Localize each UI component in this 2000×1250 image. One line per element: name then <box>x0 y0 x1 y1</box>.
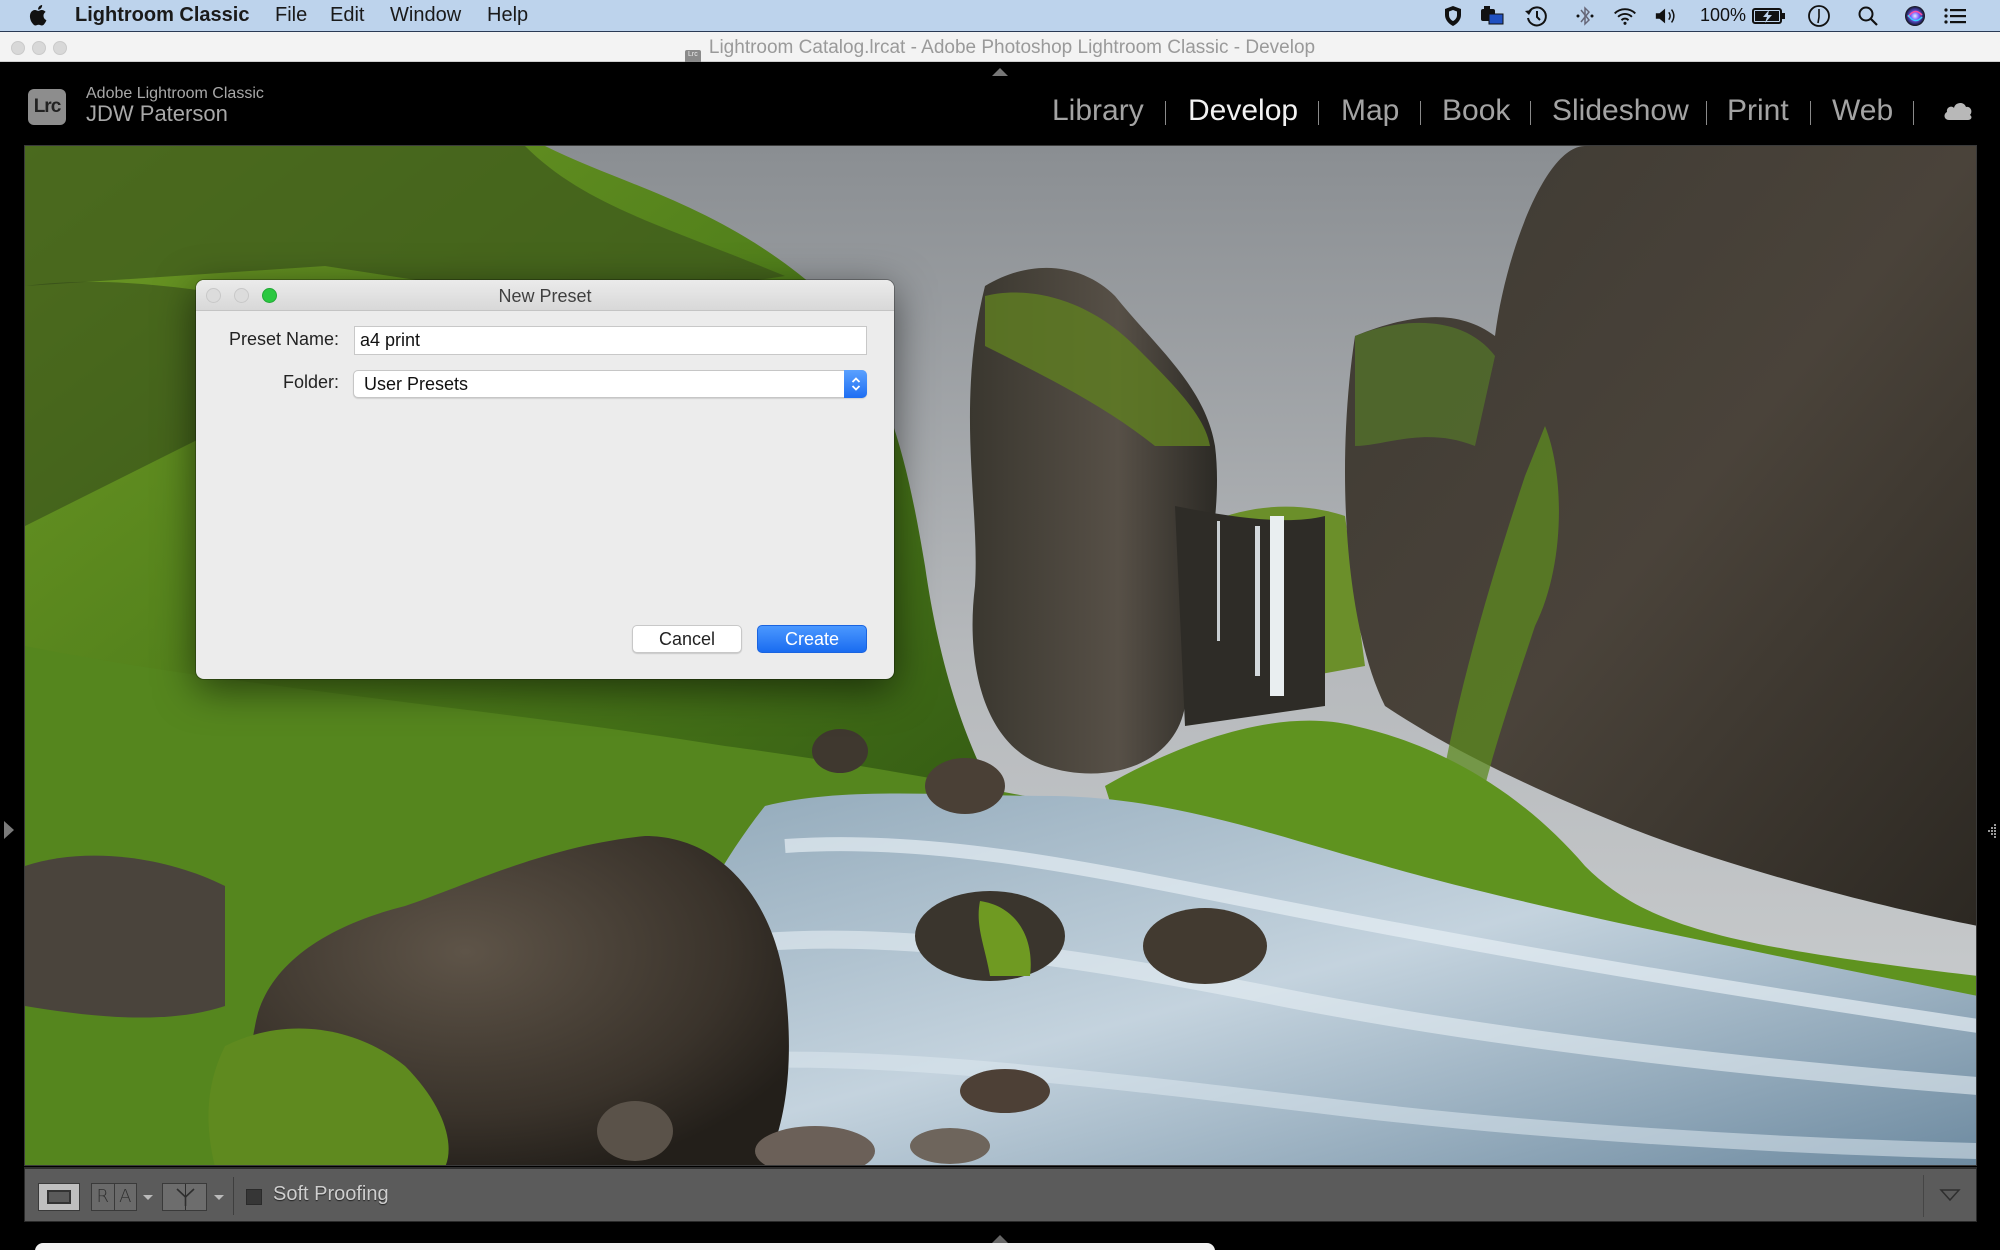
module-separator <box>1810 101 1811 125</box>
module-book[interactable]: Book <box>1442 94 1510 128</box>
before-after-dropdown-icon[interactable] <box>143 1195 153 1200</box>
bluetooth-icon[interactable] <box>1573 4 1597 28</box>
module-separator <box>1913 101 1914 125</box>
cloud-icon[interactable] <box>1942 100 1974 127</box>
camera-monitor-icon[interactable] <box>1480 4 1504 28</box>
dialog-title: New Preset <box>498 286 592 306</box>
shield-icon[interactable] <box>1441 4 1465 28</box>
filmstrip-edge <box>35 1243 1215 1250</box>
window-title: Lightroom Catalog.lrcat - Adobe Photosho… <box>708 37 1316 58</box>
bottom-panel-toggle-icon[interactable] <box>992 1235 1008 1243</box>
notification-center-icon[interactable] <box>1943 4 1967 28</box>
toolbar-divider <box>233 1177 234 1215</box>
module-library[interactable]: Library <box>1052 94 1144 128</box>
before-after-right-label: A <box>113 1184 137 1210</box>
siri-icon[interactable] <box>1903 4 1927 28</box>
before-after-split-icon <box>176 1184 195 1210</box>
module-separator <box>1706 101 1707 125</box>
toolbar-divider <box>1923 1175 1924 1217</box>
soft-proofing-label[interactable]: Soft Proofing <box>273 1183 389 1206</box>
soft-proofing-checkbox[interactable] <box>246 1189 262 1205</box>
module-slideshow[interactable]: Slideshow <box>1552 94 1689 128</box>
module-separator <box>1530 101 1531 125</box>
left-panel-toggle-icon[interactable] <box>4 821 14 839</box>
module-separator <box>1420 101 1421 125</box>
macos-menu-bar: Lightroom Classic File Edit Window Help … <box>0 0 2000 31</box>
toolbar-content-menu-icon[interactable] <box>1938 1187 1962 1203</box>
create-button[interactable]: Create <box>757 625 867 653</box>
chevron-up-down-icon[interactable] <box>844 370 867 398</box>
loupe-view-button[interactable] <box>38 1183 80 1211</box>
before-after-button[interactable]: R A <box>91 1183 137 1211</box>
before-after-left-label: R <box>96 1186 109 1207</box>
wifi-icon[interactable] <box>1613 4 1637 28</box>
module-separator <box>1165 101 1166 125</box>
window-title-bar: Lrc Lightroom Catalog.lrcat - Adobe Photo… <box>0 31 2000 70</box>
battery-icon[interactable] <box>1752 4 1786 28</box>
cancel-button[interactable]: Cancel <box>632 625 742 653</box>
module-separator <box>1318 101 1319 125</box>
accessibility-icon[interactable] <box>1807 4 1831 28</box>
develop-toolbar: R A Soft Proofing <box>24 1167 1977 1222</box>
module-picker: Library Develop Map Book Slideshow Print… <box>0 94 2000 134</box>
preset-name-label: Preset Name: <box>228 329 339 349</box>
right-panel-toggle-icon[interactable] <box>1985 824 1997 838</box>
preset-name-input[interactable] <box>354 326 867 355</box>
spotlight-search-icon[interactable] <box>1856 4 1880 28</box>
loupe-view-icon <box>47 1190 71 1204</box>
dialog-title-bar[interactable]: New Preset <box>196 280 894 311</box>
battery-percent: 100% <box>1700 5 1747 25</box>
before-after-copy-button[interactable] <box>162 1183 207 1211</box>
folder-select-value: User Presets <box>364 374 469 394</box>
time-machine-icon[interactable] <box>1524 4 1548 28</box>
module-map[interactable]: Map <box>1341 94 1399 128</box>
module-print[interactable]: Print <box>1727 94 1789 128</box>
folder-label: Folder: <box>282 372 339 392</box>
volume-icon[interactable] <box>1654 4 1678 28</box>
before-after-copy-dropdown-icon[interactable] <box>214 1195 224 1200</box>
top-panel-toggle-icon[interactable] <box>992 68 1008 76</box>
module-web[interactable]: Web <box>1832 94 1893 128</box>
module-develop[interactable]: Develop <box>1188 94 1298 128</box>
new-preset-dialog: New Preset Preset Name: Folder: User Pre… <box>196 280 894 679</box>
identity-plate-bar: Lrc Adobe Lightroom Classic JDW Paterson… <box>0 62 2000 144</box>
folder-select[interactable]: User Presets <box>353 370 867 398</box>
